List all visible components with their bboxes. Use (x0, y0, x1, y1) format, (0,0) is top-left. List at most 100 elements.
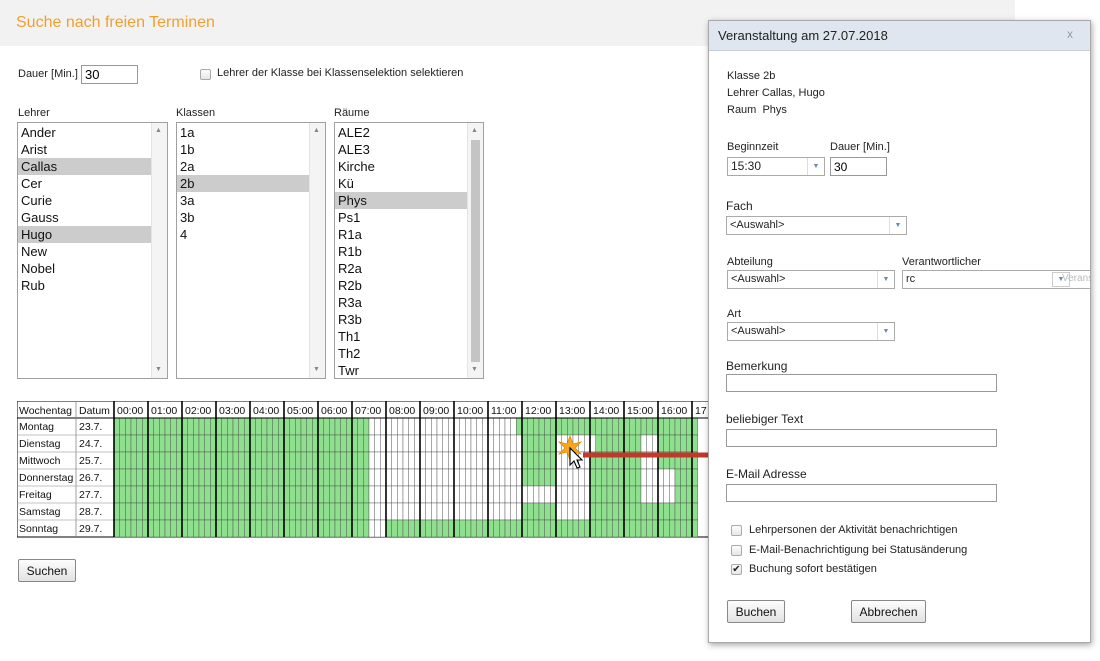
time-slot[interactable] (487, 434, 494, 453)
time-slot[interactable] (391, 519, 398, 538)
time-slot[interactable] (363, 434, 370, 453)
time-slot[interactable] (584, 485, 591, 504)
time-slot[interactable] (385, 451, 392, 470)
time-slot[interactable] (618, 519, 625, 538)
time-slot[interactable] (499, 417, 506, 436)
free-text-input[interactable] (726, 429, 997, 447)
confirm-now-checkbox[interactable]: ✔ (731, 564, 742, 575)
time-slot[interactable] (125, 519, 132, 538)
time-slot[interactable] (244, 519, 251, 538)
time-slot[interactable] (470, 519, 477, 538)
time-slot[interactable] (442, 451, 449, 470)
time-slot[interactable] (187, 468, 194, 487)
time-slot[interactable] (459, 502, 466, 521)
time-slot[interactable] (204, 485, 211, 504)
time-slot[interactable] (544, 468, 551, 487)
time-slot[interactable] (442, 519, 449, 538)
time-slot[interactable] (306, 417, 313, 436)
time-slot[interactable] (521, 519, 528, 538)
list-item[interactable]: Rub (18, 277, 151, 294)
time-slot[interactable] (142, 485, 149, 504)
chevron-down-icon[interactable]: ▼ (877, 323, 894, 340)
time-slot[interactable] (425, 434, 432, 453)
time-slot[interactable] (130, 417, 137, 436)
time-slot[interactable] (130, 434, 137, 453)
time-slot[interactable] (159, 485, 166, 504)
time-slot[interactable] (544, 434, 551, 453)
time-slot[interactable] (249, 485, 256, 504)
time-slot[interactable] (125, 434, 132, 453)
time-slot[interactable] (521, 417, 528, 436)
time-slot[interactable] (482, 417, 489, 436)
time-slot[interactable] (176, 485, 183, 504)
time-slot[interactable] (147, 417, 154, 436)
time-slot[interactable] (482, 434, 489, 453)
time-slot[interactable] (227, 485, 234, 504)
time-slot[interactable] (351, 451, 358, 470)
time-slot[interactable] (567, 502, 574, 521)
time-slot[interactable] (312, 417, 319, 436)
classes-listbox[interactable]: 1a 1b 2a 2b 3a 3b 4 ▲ ▼ (176, 122, 326, 379)
time-slot[interactable] (686, 485, 693, 504)
time-slot[interactable] (255, 434, 262, 453)
time-slot[interactable] (380, 417, 387, 436)
time-slot[interactable] (142, 502, 149, 521)
time-slot[interactable] (459, 434, 466, 453)
time-slot[interactable] (527, 468, 534, 487)
time-slot[interactable] (130, 502, 137, 521)
time-slot[interactable] (340, 417, 347, 436)
time-slot[interactable] (272, 434, 279, 453)
time-slot[interactable] (215, 485, 222, 504)
list-item[interactable]: Gauss (18, 209, 151, 226)
time-slot[interactable] (674, 485, 681, 504)
time-slot[interactable] (136, 468, 143, 487)
time-slot[interactable] (159, 468, 166, 487)
list-item[interactable]: Kirche (335, 158, 467, 175)
time-slot[interactable] (363, 502, 370, 521)
time-slot[interactable] (680, 485, 687, 504)
time-slot[interactable] (459, 485, 466, 504)
time-slot[interactable] (232, 451, 239, 470)
time-slot[interactable] (312, 485, 319, 504)
time-slot[interactable] (170, 519, 177, 538)
time-slot[interactable] (408, 519, 415, 538)
time-slot[interactable] (193, 502, 200, 521)
list-item[interactable]: R3a (335, 294, 467, 311)
time-slot[interactable] (181, 502, 188, 521)
time-slot[interactable] (215, 451, 222, 470)
time-slot[interactable] (652, 519, 659, 538)
time-slot[interactable] (130, 485, 137, 504)
time-slot[interactable] (499, 502, 506, 521)
time-slot[interactable] (414, 502, 421, 521)
time-slot[interactable] (312, 451, 319, 470)
time-slot[interactable] (130, 519, 137, 538)
time-slot[interactable] (289, 451, 296, 470)
time-slot[interactable] (198, 502, 205, 521)
time-slot[interactable] (266, 468, 273, 487)
time-slot[interactable] (255, 468, 262, 487)
time-slot[interactable] (119, 502, 126, 521)
time-slot[interactable] (385, 434, 392, 453)
time-slot[interactable] (504, 468, 511, 487)
time-slot[interactable] (385, 485, 392, 504)
time-slot[interactable] (340, 434, 347, 453)
time-slot[interactable] (300, 434, 307, 453)
time-slot[interactable] (459, 468, 466, 487)
time-slot[interactable] (334, 417, 341, 436)
time-slot[interactable] (329, 434, 336, 453)
time-slot[interactable] (504, 417, 511, 436)
time-slot[interactable] (334, 434, 341, 453)
time-slot[interactable] (476, 451, 483, 470)
time-slot[interactable] (385, 468, 392, 487)
time-slot[interactable] (227, 468, 234, 487)
time-slot[interactable] (584, 519, 591, 538)
time-slot[interactable] (482, 519, 489, 538)
scroll-up-icon[interactable]: ▲ (471, 127, 478, 135)
time-slot[interactable] (244, 451, 251, 470)
time-slot[interactable] (595, 502, 602, 521)
time-slot[interactable] (635, 519, 642, 538)
time-slot[interactable] (334, 519, 341, 538)
time-slot[interactable] (436, 417, 443, 436)
time-slot[interactable] (419, 468, 426, 487)
time-slot[interactable] (385, 417, 392, 436)
